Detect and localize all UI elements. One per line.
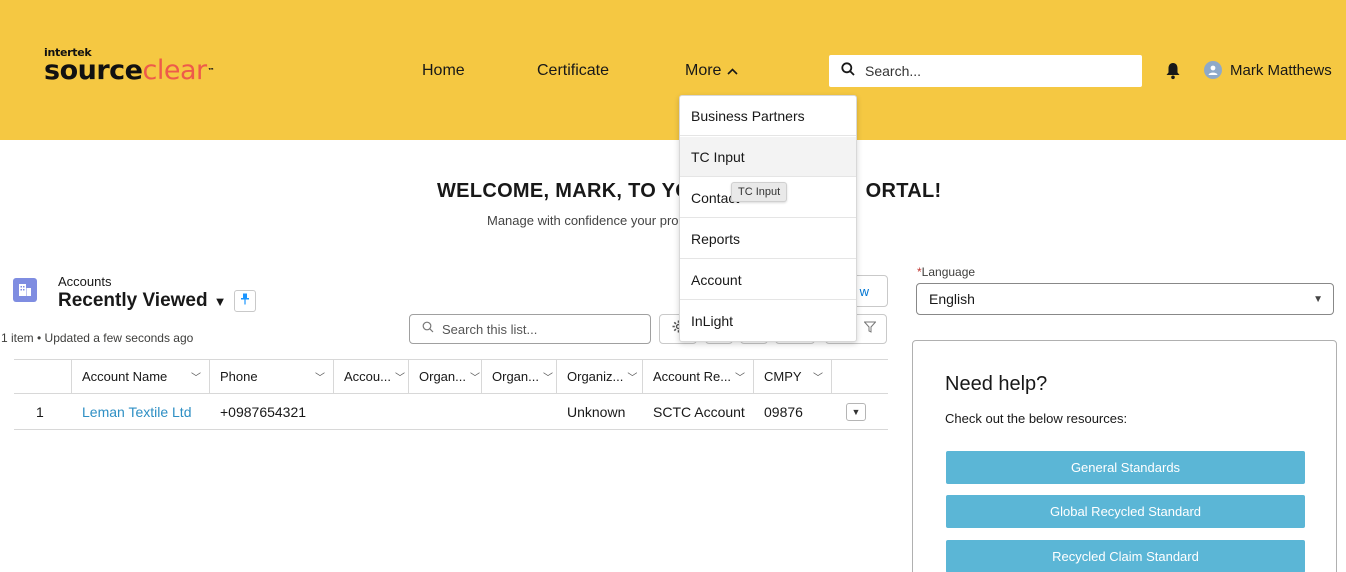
chevron-down-icon: ﹀ (627, 373, 638, 384)
global-recycled-standard-button[interactable]: Global Recycled Standard (946, 495, 1305, 528)
menu-item-inlight[interactable]: InLight (680, 301, 856, 341)
column-header-label: Organiz... (567, 369, 624, 384)
language-selected-value: English (929, 291, 975, 307)
chevron-down-icon: ﹀ (315, 373, 325, 384)
help-subtitle: Check out the below resources: (945, 411, 1128, 426)
caret-down-icon: ▼ (213, 294, 227, 309)
user-name: Mark Matthews (1230, 61, 1332, 79)
caret-down-icon: ▼ (851, 406, 861, 417)
column-header-organ-5[interactable]: Organ... ﹀ (482, 360, 557, 393)
column-header-organ-4[interactable]: Organ... ﹀ (409, 360, 482, 393)
list-search[interactable] (409, 314, 651, 344)
recycled-claim-standard-button[interactable]: Recycled Claim Standard (946, 540, 1305, 572)
language-select[interactable]: English ▼ (916, 283, 1334, 315)
column-header-label: Account Name (82, 369, 168, 384)
menu-item-reports[interactable]: Reports (680, 219, 856, 259)
row-actions-header (832, 360, 888, 393)
help-title: Need help? (945, 373, 1048, 395)
search-icon (841, 61, 855, 81)
nav-more[interactable]: More (685, 62, 739, 80)
column-header-organization[interactable]: Organiz... ﹀ (557, 360, 643, 393)
list-view-name: Recently Viewed (58, 290, 208, 311)
organization-cell: Unknown (567, 403, 626, 420)
more-menu-dropdown: Business Partners TC Input Contact Repor… (679, 95, 857, 342)
notifications-bell-icon[interactable] (1165, 62, 1181, 80)
welcome-subtitle-head: Manage with confidence your pro (487, 213, 679, 228)
list-view-selector[interactable]: Recently Viewed ▼ (58, 290, 226, 312)
column-header-label: Account Re... (653, 369, 732, 384)
menu-item-business-partners[interactable]: Business Partners (680, 96, 856, 136)
pin-list-button[interactable] (234, 290, 256, 312)
row-number: 1 (36, 403, 44, 420)
help-panel: Need help? Check out the below resources… (912, 340, 1337, 572)
search-icon (422, 320, 434, 338)
global-search-input[interactable] (865, 63, 1115, 79)
nav-certificate[interactable]: Certificate (537, 62, 609, 80)
account-name-link[interactable]: Leman Textile Ltd (72, 404, 210, 420)
chevron-down-icon: ﹀ (813, 373, 823, 384)
column-header-account-name[interactable]: Account Name ﹀ (72, 360, 210, 393)
row-number-header (14, 360, 72, 393)
filter-icon (863, 320, 877, 338)
sourceclear-logo[interactable]: intertek sourceclear™ (44, 47, 215, 86)
list-meta-status: 1 item • Updated a few seconds ago (1, 331, 194, 345)
logo-word-source: source (44, 55, 143, 86)
nav-more-label: More (685, 62, 722, 79)
column-header-label: Phone (220, 369, 258, 384)
column-header-account-3[interactable]: Accou... ﹀ (334, 360, 409, 393)
list-search-input[interactable] (442, 321, 642, 337)
chevron-down-icon: ﹀ (469, 373, 480, 384)
column-header-phone[interactable]: Phone ﹀ (210, 360, 334, 393)
column-header-account-record-type[interactable]: Account Re... ﹀ (643, 360, 754, 393)
user-menu[interactable]: Mark Matthews (1204, 61, 1332, 79)
table-row: 1 Leman Textile Ltd +0987654321 Unknown … (14, 394, 888, 430)
row-actions-button[interactable]: ▼ (846, 402, 866, 421)
chevron-down-icon: ﹀ (394, 373, 405, 384)
pin-icon (240, 292, 250, 310)
menu-item-tc-input[interactable]: TC Input (680, 137, 856, 177)
accounts-table: Account Name ﹀ Phone ﹀ Accou... ﹀ Organ... ﹀… (14, 359, 888, 430)
tooltip: TC Input (731, 182, 788, 202)
menu-item-account[interactable]: Account (680, 260, 856, 300)
language-label: *Language (917, 265, 975, 279)
general-standards-button[interactable]: General Standards (946, 451, 1305, 484)
table-header-row: Account Name ﹀ Phone ﹀ Accou... ﹀ Organ... ﹀… (14, 359, 888, 394)
avatar (1204, 61, 1222, 79)
welcome-title-tail: ORTAL! (865, 180, 942, 202)
row-actions-cell: ▼ (832, 402, 888, 421)
column-header-label: Accou... (344, 369, 391, 384)
logo-trademark: ™ (207, 67, 215, 75)
column-header-label: Organ... (419, 369, 466, 384)
nav-home[interactable]: Home (422, 62, 465, 80)
column-header-cmpy[interactable]: CMPY ﹀ (754, 360, 832, 393)
accounts-object-icon (13, 278, 37, 302)
logo-word-clear: clear (142, 55, 207, 86)
chevron-down-icon: ﹀ (542, 373, 553, 384)
chevron-up-icon (727, 66, 739, 78)
object-label: Accounts (58, 274, 112, 289)
caret-down-icon: ▼ (1313, 293, 1323, 305)
column-header-label: Organ... (492, 369, 539, 384)
global-search[interactable] (829, 55, 1142, 87)
language-label-text: Language (921, 265, 976, 279)
logo-wordmark: sourceclear™ (44, 55, 215, 86)
chevron-down-icon: ﹀ (191, 373, 201, 384)
cmpy-cell: 09876 (764, 403, 803, 420)
site-header: intertek sourceclear™ Home Certificate M… (0, 0, 1346, 140)
phone-cell: +0987654321 (220, 403, 307, 420)
column-header-label: CMPY (764, 369, 802, 384)
chevron-down-icon: ﹀ (735, 373, 746, 384)
record-type-cell: SCTC Account (653, 403, 745, 420)
